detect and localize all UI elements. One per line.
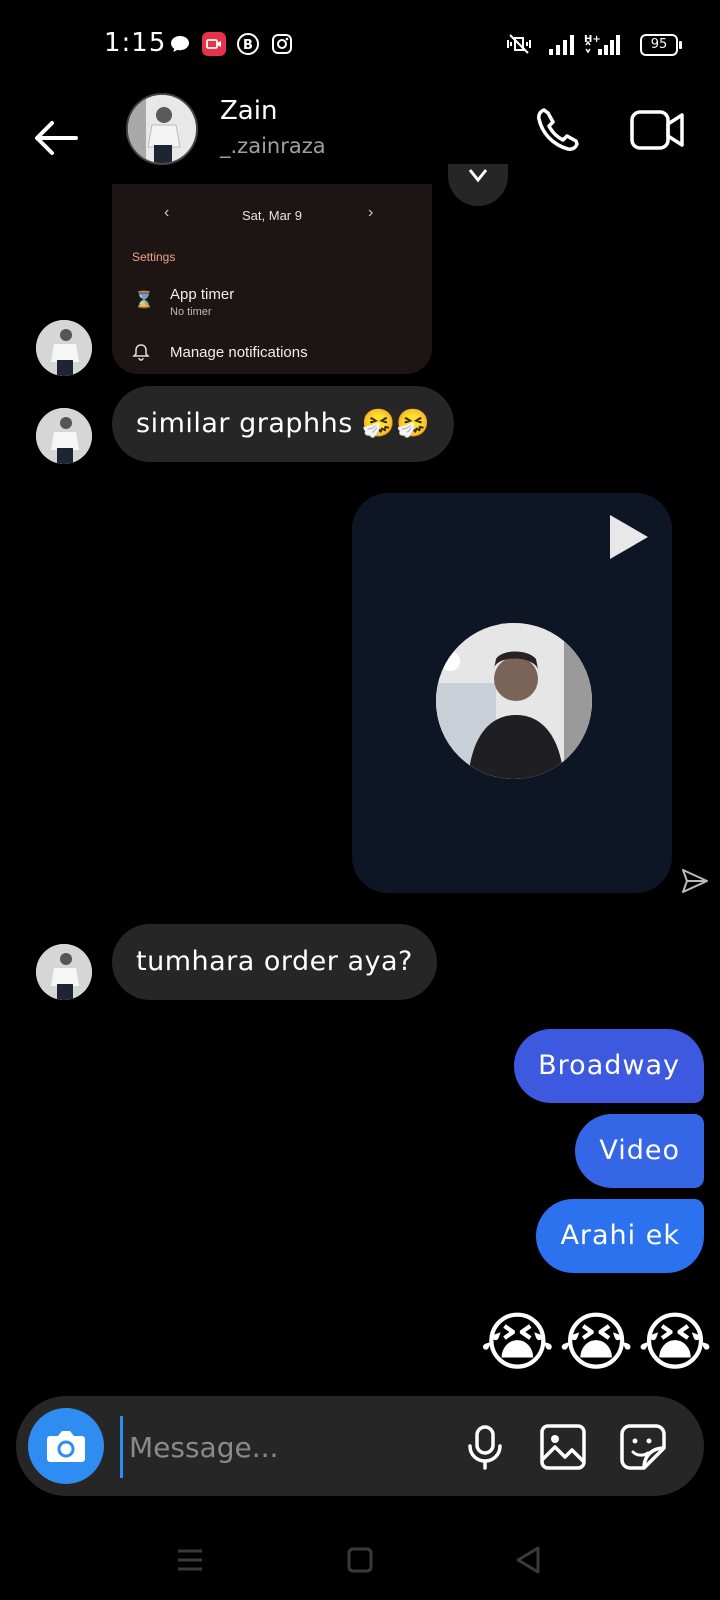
- sender-avatar[interactable]: [36, 408, 92, 464]
- video-thumbnail-face: [436, 623, 592, 779]
- back-button[interactable]: [28, 108, 84, 164]
- svg-text:B: B: [243, 38, 253, 53]
- outgoing-message[interactable]: Video: [575, 1114, 704, 1188]
- outgoing-message[interactable]: Arahi ek: [536, 1199, 704, 1273]
- battery-indicator: 95: [640, 34, 682, 56]
- phone-call-button[interactable]: [530, 102, 586, 158]
- system-nav-bar: [0, 1520, 720, 1600]
- instagram-icon: [272, 34, 292, 54]
- bell-icon: [132, 344, 150, 361]
- screenshot-row-subtitle: No timer: [170, 306, 212, 318]
- microphone-button[interactable]: [460, 1422, 510, 1472]
- home-nav-icon[interactable]: [340, 1540, 380, 1580]
- screenshot-row-title: Manage notifications: [170, 344, 308, 361]
- video-call-button[interactable]: [628, 102, 688, 158]
- gallery-button[interactable]: [538, 1422, 588, 1472]
- next-date-arrow: ›: [368, 204, 374, 221]
- incoming-message[interactable]: similar graphhs 🤧🤧: [112, 386, 455, 462]
- shared-screenshot[interactable]: ‹ Sat, Mar 9 › Settings ⌛ App timer No t…: [112, 184, 432, 374]
- screenshot-date: Sat, Mar 9: [242, 208, 302, 223]
- camera-icon: [47, 1431, 85, 1462]
- mute-vibrate-icon: [507, 34, 531, 54]
- signal-icon-2: H+: [584, 34, 620, 55]
- contact-name[interactable]: Zain: [220, 96, 277, 126]
- message-composer: [16, 1396, 704, 1496]
- camera-button[interactable]: [28, 1408, 104, 1484]
- contact-username[interactable]: _.zainraza: [220, 134, 326, 158]
- sender-avatar[interactable]: [36, 320, 92, 376]
- sticker-button[interactable]: [618, 1422, 668, 1472]
- play-icon[interactable]: [606, 513, 650, 561]
- share-icon[interactable]: [680, 866, 710, 896]
- video-message[interactable]: [352, 493, 672, 893]
- back-nav-icon[interactable]: [508, 1540, 548, 1580]
- hourglass-icon: ⌛: [134, 292, 154, 309]
- emoji-message[interactable]: 😭😭😭: [480, 1306, 716, 1378]
- signal-icon-1: [549, 35, 574, 55]
- message-input[interactable]: [120, 1416, 471, 1478]
- chat-header: Zain _.zainraza: [0, 88, 720, 184]
- screenshot-row-title: App timer: [170, 286, 235, 303]
- screen-record-icon: [202, 32, 226, 56]
- business-icon: B: [237, 33, 259, 55]
- screenshot-settings-label: Settings: [132, 250, 176, 264]
- status-bar: 1:15 B H+ 95: [0, 0, 720, 88]
- chat-bubble-icon: [171, 36, 189, 52]
- contact-avatar[interactable]: [126, 93, 198, 165]
- reaction-bubble[interactable]: [448, 164, 508, 206]
- menu-nav-icon[interactable]: [170, 1540, 210, 1580]
- incoming-message[interactable]: tumhara order aya?: [112, 924, 437, 1000]
- outgoing-message[interactable]: Broadway: [514, 1029, 704, 1103]
- status-time: 1:15: [104, 28, 167, 58]
- sender-avatar[interactable]: [36, 944, 92, 1000]
